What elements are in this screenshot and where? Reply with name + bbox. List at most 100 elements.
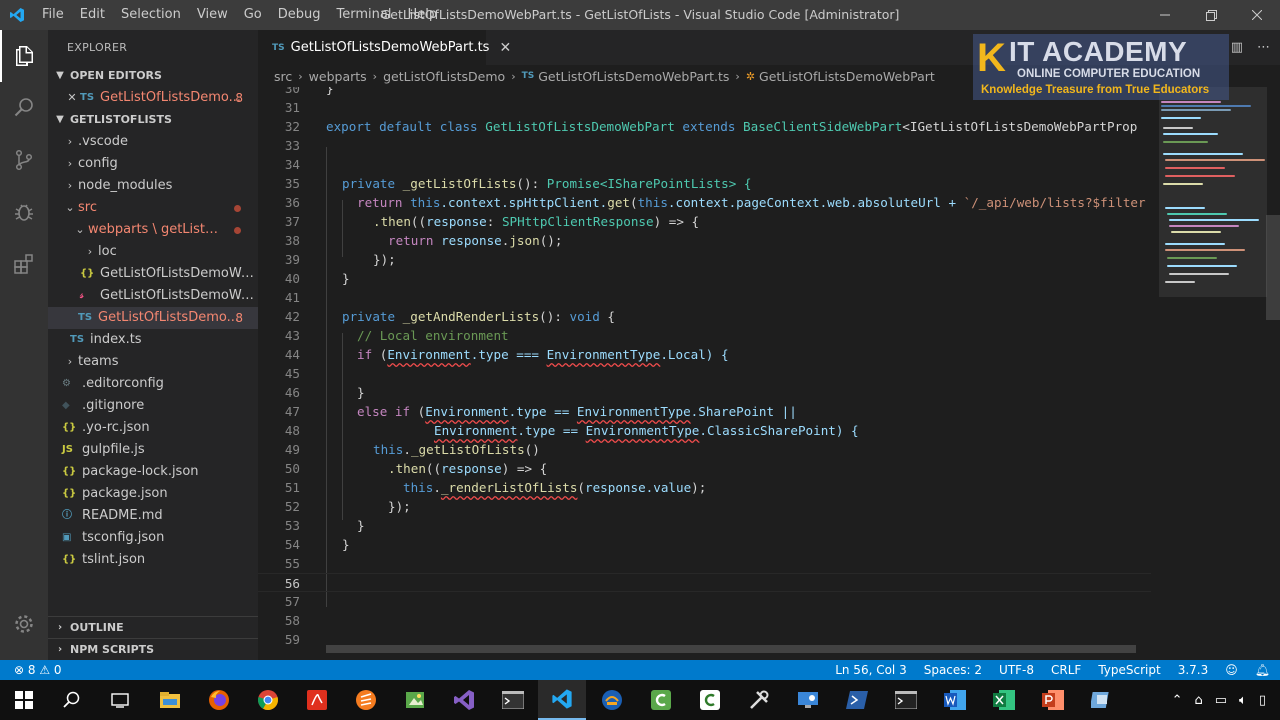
tray-monitor-icon[interactable]: ▭ [1215,693,1227,708]
code-line: 45 [284,366,300,381]
breadcrumb-file[interactable]: GetListOfListsDemoWebPart.ts [538,69,729,84]
open-editors-header[interactable]: ▼ OPEN EDITORS [48,65,258,87]
sublime-icon[interactable] [342,680,390,720]
end-of-line[interactable]: CRLF [1051,660,1081,680]
minimap-line [1163,183,1203,185]
tray-chevron-up-icon[interactable]: ⌃ [1172,693,1183,708]
code-line: 39}); [284,252,396,267]
chrome-icon[interactable] [244,680,292,720]
taskbar-search-icon[interactable] [48,680,96,720]
language-mode[interactable]: TypeScript [1098,660,1160,680]
tree-item-vscode[interactable]: › .vscode [48,131,258,153]
close-window-icon[interactable] [1234,0,1280,30]
indentation[interactable]: Spaces: 2 [924,660,982,680]
terminal-icon[interactable] [882,680,930,720]
notifications-bell-icon[interactable]: 🔔︎ [1255,660,1270,680]
menu-help[interactable]: Help [399,0,445,30]
breadcrumb-class[interactable]: GetListOfListsDemoWebPart [759,69,935,84]
tree-item-node-modules[interactable]: › node_modules [48,175,258,197]
tray-network-icon[interactable]: ⌂ [1194,693,1202,708]
code-line: 43// Local environment [284,328,509,343]
camtasia-recorder-icon[interactable] [686,680,734,720]
outline-header[interactable]: › OUTLINE [48,616,258,638]
menu-debug[interactable]: Debug [270,0,329,30]
image-tool-icon[interactable] [391,680,439,720]
tree-item-label: tslint.json [82,552,146,567]
close-tab-icon[interactable]: ✕ [499,40,511,56]
close-icon[interactable]: ✕ [64,87,80,109]
extensions-icon[interactable] [0,238,48,290]
acrobat-icon[interactable] [293,680,341,720]
tree-item-gulpfile[interactable]: JS gulpfile.js [48,439,258,461]
feedback-smiley-icon[interactable]: ☺ [1225,660,1238,680]
problems-indicator[interactable]: ⊗ 8 ⚠ 0 [14,660,62,680]
restore-icon[interactable] [1188,0,1234,30]
menu-terminal[interactable]: Terminal [329,0,400,30]
minimap[interactable] [1151,87,1280,660]
tree-item-editorconfig[interactable]: ⚙ .editorconfig [48,373,258,395]
scrollbar-thumb[interactable] [1266,215,1280,320]
menu-go[interactable]: Go [236,0,270,30]
search-icon[interactable] [0,82,48,134]
tree-item-package-lock[interactable]: {} package-lock.json [48,461,258,483]
explorer-icon[interactable] [0,30,48,82]
breadcrumb-src[interactable]: src [274,69,292,84]
task-view-icon[interactable] [96,680,144,720]
tray-volume-icon[interactable]: 🔈︎ [1239,693,1247,708]
camtasia-icon[interactable] [637,680,685,720]
debug-icon[interactable] [0,186,48,238]
powershell-icon[interactable] [833,680,881,720]
tab-webpart-ts[interactable]: TS GetListOfListsDemoWebPart.ts ✕ [258,30,511,65]
remote-desktop-icon[interactable] [784,680,832,720]
tree-item-tsconfig[interactable]: ▣ tsconfig.json [48,527,258,549]
tree-item-yo-rc[interactable]: {} .yo-rc.json [48,417,258,439]
vertical-scrollbar[interactable] [1266,87,1280,660]
scss-file-icon: 𝓈 [80,290,84,301]
tree-item-manifest-json[interactable]: {} GetListOfListsDemoWebP... [48,263,258,285]
tools-icon[interactable] [735,680,783,720]
project-header[interactable]: ▼ GETLISTOFLISTS [48,109,258,131]
tree-item-teams[interactable]: › teams [48,351,258,373]
tree-item-readme[interactable]: ⓘ README.md [48,505,258,527]
menu-selection[interactable]: Selection [113,0,189,30]
tree-item-webparts[interactable]: ⌄ webparts \ getListOfLi... [48,219,258,241]
cursor-position[interactable]: Ln 56, Col 3 [835,660,907,680]
app-tool-icon[interactable] [1078,680,1126,720]
command-prompt-icon[interactable] [489,680,537,720]
npm-scripts-header[interactable]: › NPM SCRIPTS [48,638,258,660]
word-icon[interactable] [931,680,979,720]
powerpoint-icon[interactable] [1029,680,1077,720]
breadcrumb-webparts[interactable]: webparts [309,69,367,84]
menu-view[interactable]: View [189,0,236,30]
tree-item-package-json[interactable]: {} package.json [48,483,258,505]
breadcrumb-folder[interactable]: getListOfListsDemo [383,69,505,84]
source-control-icon[interactable] [0,134,48,186]
tree-item-loc[interactable]: › loc [48,241,258,263]
menu-edit[interactable]: Edit [72,0,113,30]
excel-icon[interactable] [980,680,1028,720]
file-explorer-icon[interactable] [146,680,194,720]
tree-item-gitignore[interactable]: ◆ .gitignore [48,395,258,417]
typescript-version[interactable]: 3.7.3 [1178,660,1209,680]
menu-file[interactable]: File [34,0,72,30]
horizontal-scrollbar[interactable] [326,645,1136,653]
code-editor[interactable]: 30} 31 32 export default class GetListOfL… [258,87,1151,653]
tree-item-tslint[interactable]: {} tslint.json [48,549,258,571]
more-actions-icon[interactable]: ⋯ [1257,40,1270,55]
minimize-icon[interactable] [1142,0,1188,30]
tree-item-webpart-ts[interactable]: TS GetListOfListsDemo... 8 [48,307,258,329]
encoding[interactable]: UTF-8 [999,660,1034,680]
tree-item-src[interactable]: ⌄ src [48,197,258,219]
settings-gear-icon[interactable] [0,598,48,650]
vscode-taskbar-icon[interactable] [538,680,586,720]
windows-start-icon[interactable] [0,680,48,720]
tree-item-scss[interactable]: 𝓈 GetListOfListsDemoWebP... [48,285,258,307]
visual-studio-icon[interactable] [440,680,488,720]
split-editor-icon[interactable]: ▥ [1231,40,1243,55]
open-editor-item[interactable]: ✕ TS GetListOfListsDemo... 8 [48,87,258,109]
tree-item-config[interactable]: › config [48,153,258,175]
tree-item-index-ts[interactable]: TS index.ts [48,329,258,351]
app-blue-icon[interactable] [588,680,636,720]
tray-battery-icon[interactable]: ▯ [1259,693,1266,708]
firefox-icon[interactable] [195,680,243,720]
